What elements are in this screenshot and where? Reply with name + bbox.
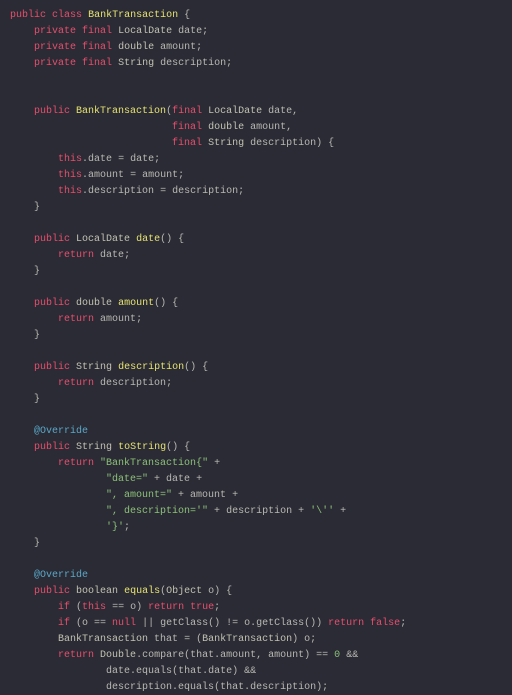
- class-name: BankTransaction: [88, 10, 178, 21]
- code-block: public class BankTransaction { private f…: [0, 0, 512, 695]
- override-annotation: @Override: [34, 426, 88, 437]
- kw-class: class: [52, 10, 82, 21]
- kw-public: public: [10, 10, 46, 21]
